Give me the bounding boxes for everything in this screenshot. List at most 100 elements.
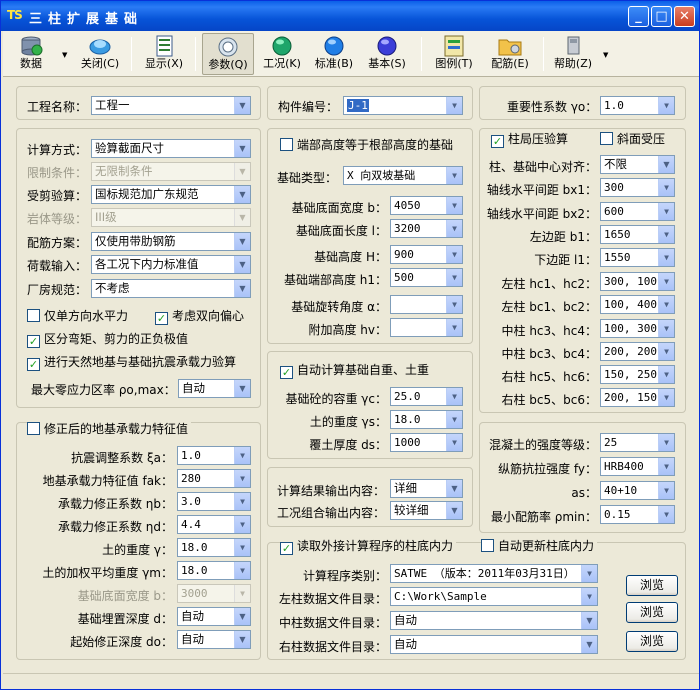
result-output-combo[interactable]: 详细 ▼ <box>390 479 463 498</box>
left-dir-combo[interactable]: C:\Work\Sample ▼ <box>390 587 598 606</box>
right-dir-combo[interactable]: 自动 ▼ <box>390 635 598 654</box>
toolbar-legend-button[interactable]: 图例(T) <box>429 33 479 75</box>
calc-method-combo[interactable]: 验算截面尺寸 ▼ <box>91 139 251 158</box>
toolbar-param-button[interactable]: 参数(Q) <box>202 33 254 75</box>
fak-combo[interactable]: 280 ▼ <box>177 469 251 488</box>
toolbar-close-button[interactable]: 关闭(C) <box>77 33 123 75</box>
seismic-checkbox[interactable]: ✓ 进行天然地基与基础抗震承载力验算 <box>27 355 236 371</box>
rock-combo[interactable]: III级 ▼ <box>91 208 251 227</box>
chevron-down-icon: ▼ <box>581 612 597 629</box>
bc34-combo[interactable]: 200, 200 ▼ <box>600 342 675 361</box>
gm-combo[interactable]: 18.0 ▼ <box>177 561 251 580</box>
chevron-down-icon: ▼ <box>234 493 250 510</box>
load-combo[interactable]: 各工况下内力标准值 ▼ <box>91 255 251 274</box>
fy-combo[interactable]: HRB400 ▼ <box>600 457 675 476</box>
browse-mid-button[interactable]: 浏览 <box>626 602 678 623</box>
single-direction-checkbox[interactable]: 仅单方向水平力 <box>27 309 128 323</box>
bc56-combo[interactable]: 200, 150 ▼ <box>600 388 675 407</box>
concrete-grade-combo[interactable]: 25 ▼ <box>600 433 675 452</box>
soil-weight-combo[interactable]: 18.0 ▼ <box>390 410 463 429</box>
conc-weight-combo[interactable]: 25.0 ▼ <box>390 387 463 406</box>
as-combo[interactable]: 40+10 ▼ <box>600 481 675 500</box>
chevron-down-icon: ▼ <box>234 631 250 648</box>
chevron-down-icon: ▼ <box>446 388 462 405</box>
help-icon <box>567 36 580 55</box>
do-combo[interactable]: 自动 ▼ <box>177 630 251 649</box>
gamma-combo[interactable]: 18.0 ▼ <box>177 538 251 557</box>
limit-label: 限制条件： <box>27 166 88 180</box>
limit-combo[interactable]: 无限制条件 ▼ <box>91 162 251 181</box>
l1-combo[interactable]: 1550 ▼ <box>600 248 675 267</box>
chevron-down-icon: ▼ <box>234 539 250 556</box>
end-height-combo[interactable]: 500 ▼ <box>390 268 463 287</box>
nb-combo[interactable]: 3.0 ▼ <box>177 492 251 511</box>
purple-ball-icon <box>377 36 397 56</box>
rho-combo[interactable]: 0.15 ▼ <box>600 505 675 524</box>
help-dropdown-arrow[interactable]: ▼ <box>603 51 608 59</box>
biaxial-checkbox[interactable]: ✓ 考虑双向偏心 <box>155 309 244 325</box>
b1-combo[interactable]: 1650 ▼ <box>600 225 675 244</box>
toolbar-help-button[interactable]: 帮助(Z) <box>549 33 597 75</box>
local-pressure-checkbox[interactable]: ✓ 柱局压验算 <box>491 132 568 148</box>
extra-height-combo[interactable]: ▼ <box>390 318 463 337</box>
factory-combo[interactable]: 不考虑 ▼ <box>91 279 251 298</box>
member-id-combo[interactable]: J-1 ▼ <box>343 96 463 115</box>
program-combo[interactable]: SATWE （版本：2011年03月31日） ▼ <box>390 564 598 583</box>
za-combo[interactable]: 1.0 ▼ <box>177 446 251 465</box>
mid-dir-combo[interactable]: 自动 ▼ <box>390 611 598 630</box>
d-combo[interactable]: 自动 ▼ <box>177 607 251 626</box>
length-combo[interactable]: 3200 ▼ <box>390 219 463 238</box>
align-combo[interactable]: 不限 ▼ <box>600 155 675 174</box>
toolbar-display-button[interactable]: 显示(X) <box>139 33 189 75</box>
bearing-checkbox[interactable]: 修正后的地基承载力特征值 <box>27 422 192 436</box>
browse-program-button[interactable]: 浏览 <box>626 575 678 596</box>
rotation-combo[interactable]: ▼ <box>390 295 463 314</box>
bx1-label: 轴线水平间距 bx1： <box>486 183 597 197</box>
data-dropdown-arrow[interactable]: ▼ <box>62 51 67 59</box>
zero-stress-combo[interactable]: 自动 ▼ <box>178 379 251 398</box>
bw-combo[interactable]: 3000 ▼ <box>177 584 251 603</box>
combo-output-combo[interactable]: 较详细 ▼ <box>390 501 463 520</box>
read-external-checkbox[interactable]: ✓ 读取外接计算程序的柱底内力 <box>280 539 457 555</box>
align-label: 柱、基础中心对齐： <box>488 160 597 174</box>
auto-selfweight-checkbox[interactable]: ✓ 自动计算基础自重、土重 <box>280 363 429 379</box>
hc56-combo[interactable]: 150, 250 ▼ <box>600 365 675 384</box>
toolbar-standard-button[interactable]: 标准(B) <box>309 33 359 75</box>
conc-weight-label: 基础砼的容重 γc： <box>285 392 387 406</box>
project-name-combo[interactable]: 工程一 ▼ <box>91 96 251 115</box>
toolbar-separator <box>543 37 544 71</box>
hc12-combo[interactable]: 300, 100 ▼ <box>600 272 675 291</box>
bx2-label: 轴线水平间距 bx2： <box>486 207 597 221</box>
end-height-checkbox[interactable]: 端部高度等于根部高度的基础 <box>280 138 453 152</box>
toolbar-condition-button[interactable]: 工况(K) <box>257 33 307 75</box>
width-combo[interactable]: 4050 ▼ <box>390 196 463 215</box>
bx1-combo[interactable]: 300 ▼ <box>600 178 675 197</box>
l1-label: 下边距 l1： <box>534 253 597 267</box>
legend-icon <box>444 35 464 57</box>
shear-combo[interactable]: 国标规范加广东规范 ▼ <box>91 185 251 204</box>
slope-pressure-checkbox[interactable]: 斜面受压 <box>600 132 665 146</box>
bc12-combo[interactable]: 100, 400 ▼ <box>600 295 675 314</box>
bx2-combo[interactable]: 600 ▼ <box>600 202 675 221</box>
browse-right-button[interactable]: 浏览 <box>626 631 678 652</box>
auto-update-checkbox[interactable]: 自动更新柱底内力 <box>481 539 598 553</box>
toolbar-rebar-button[interactable]: 配筋(E) <box>484 33 536 75</box>
factory-label: 厂房规范： <box>27 283 88 297</box>
rotation-label: 基础旋转角度 α： <box>291 300 387 314</box>
rebar-combo[interactable]: 仅使用带肋钢筋 ▼ <box>91 232 251 251</box>
importance-combo[interactable]: 1.0 ▼ <box>600 96 675 115</box>
cover-combo[interactable]: 1000 ▼ <box>390 433 463 452</box>
toolbar-data-button[interactable]: 数据 <box>11 33 51 75</box>
maximize-button[interactable]: □ <box>651 6 672 27</box>
chevron-down-icon: ▼ <box>446 220 462 237</box>
sign-extreme-checkbox[interactable]: ✓ 区分弯矩、剪力的正负极值 <box>27 332 188 348</box>
foundation-type-combo[interactable]: X 向双坡基础 ▼ <box>343 166 463 185</box>
height-combo[interactable]: 900 ▼ <box>390 245 463 264</box>
toolbar-basic-button[interactable]: 基本(S) <box>361 33 413 75</box>
chevron-down-icon: ▼ <box>658 97 674 114</box>
length-label: 基础底面长度 l： <box>295 224 387 238</box>
close-window-button[interactable]: ✕ <box>674 6 695 27</box>
nd-combo[interactable]: 4.4 ▼ <box>177 515 251 534</box>
hc34-combo[interactable]: 100, 300 ▼ <box>600 319 675 338</box>
minimize-button[interactable]: _ <box>628 6 649 27</box>
